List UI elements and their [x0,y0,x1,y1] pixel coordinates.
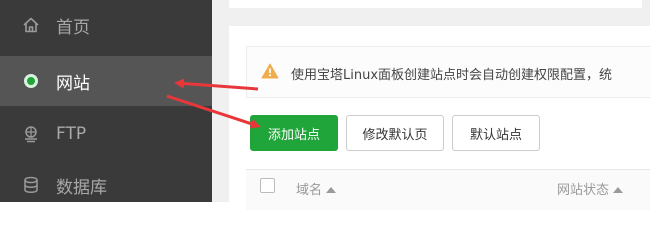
edit-default-page-button[interactable]: 修改默认页 [346,115,444,151]
sidebar-item-ftp[interactable]: FTP [0,109,212,159]
column-header-label: 域名 [296,183,323,198]
sort-up-icon [613,187,624,193]
website-dot-icon [22,72,40,90]
sidebar-item-website[interactable]: 网站 [0,56,212,106]
sidebar-item-home[interactable]: 首页 [0,0,212,50]
warning-icon [261,63,279,83]
sidebar-item-label: FTP [56,124,87,144]
column-header-label: 网站状态 [557,183,610,198]
sidebar-item-label: 首页 [56,17,90,38]
database-icon [22,176,40,194]
sidebar-item-database[interactable]: 数据库 [0,160,212,202]
default-site-button[interactable]: 默认站点 [452,115,540,151]
home-icon [22,16,40,34]
select-all-checkbox[interactable] [260,178,275,193]
site-panel: 使用宝塔Linux面板创建站点时会自动创建权限配置，统 添加站点 修改默认页 默… [229,26,650,210]
top-panel [229,0,642,8]
ftp-icon [22,125,40,143]
info-alert: 使用宝塔Linux面板创建站点时会自动创建权限配置，统 [246,46,650,98]
sidebar-item-label: 网站 [56,73,90,94]
table-header: 域名 网站状态 [246,169,650,210]
sidebar: 首页 网站 FTP 数据库 [0,0,212,202]
main-content: 使用宝塔Linux面板创建站点时会自动创建权限配置，统 添加站点 修改默认页 默… [212,0,650,210]
column-header-domain[interactable]: 域名 [296,179,337,198]
add-site-button[interactable]: 添加站点 [250,115,338,151]
alert-text: 使用宝塔Linux面板创建站点时会自动创建权限配置，统 [291,68,613,83]
column-header-status[interactable]: 网站状态 [557,179,624,198]
sidebar-item-label: 数据库 [56,177,107,198]
sort-up-icon [326,187,337,193]
